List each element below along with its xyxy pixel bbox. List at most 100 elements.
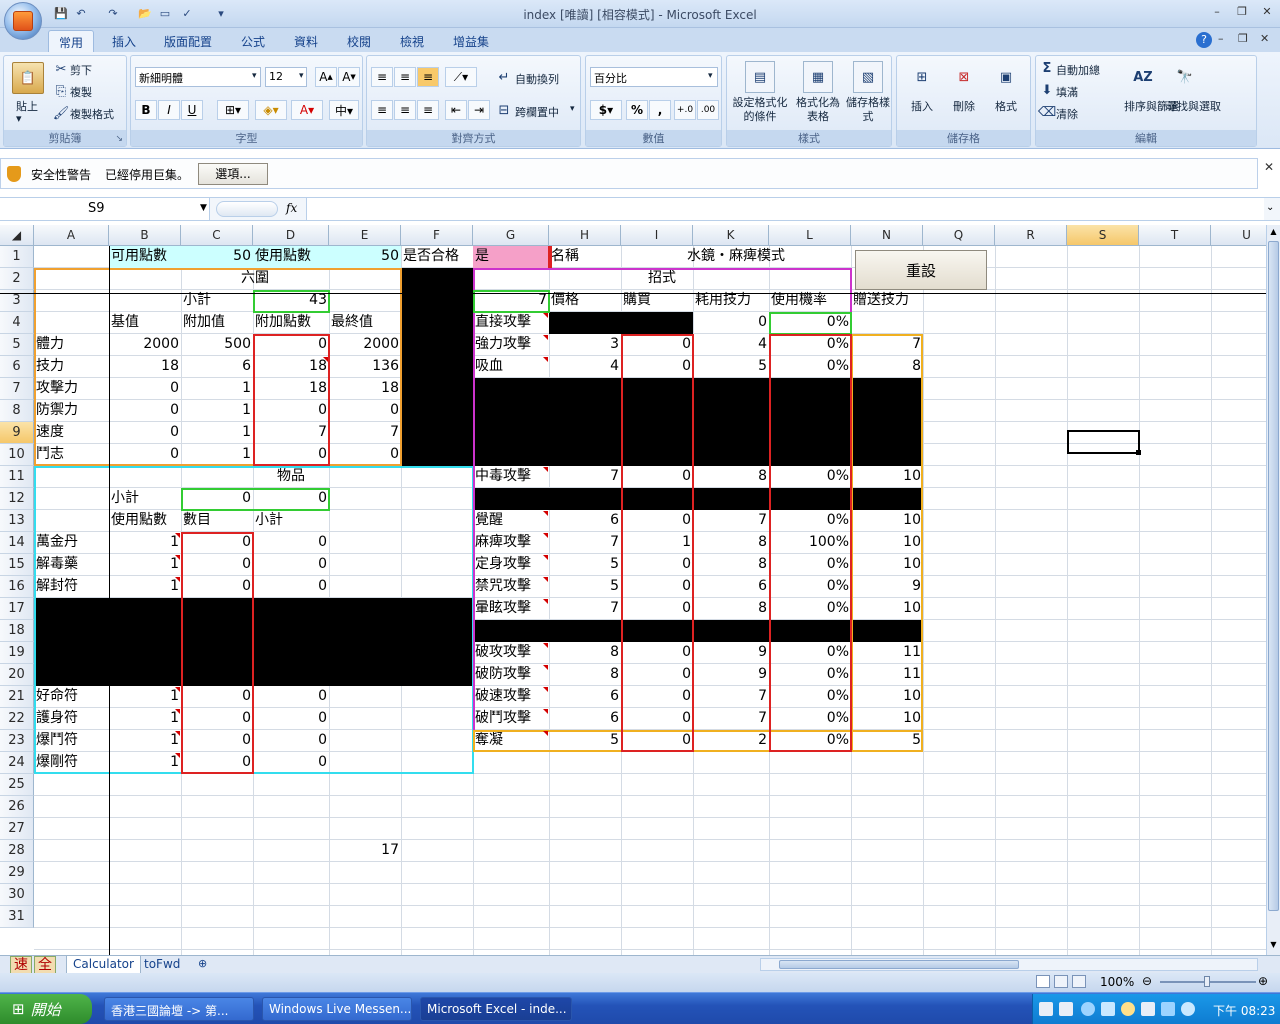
row-header-25[interactable]: 25 xyxy=(0,774,34,796)
align-bottom-icon[interactable]: ≡ xyxy=(417,67,439,87)
cell-b24[interactable]: 1 xyxy=(109,752,181,774)
row-header-7[interactable]: 7 xyxy=(0,378,34,400)
cell-g16[interactable]: 禁咒攻擊 xyxy=(473,576,549,598)
cell-d5[interactable]: 0 xyxy=(253,334,329,356)
cell-l20[interactable]: 0% xyxy=(769,664,851,686)
cell-i17[interactable]: 0 xyxy=(621,598,693,620)
security-options-button[interactable]: 選項... xyxy=(198,163,268,185)
select-all-corner[interactable]: ◢ xyxy=(0,225,34,246)
row-header-27[interactable]: 27 xyxy=(0,818,34,840)
increase-indent-icon[interactable]: ⇥ xyxy=(468,100,490,120)
cell-c13[interactable]: 數目 xyxy=(181,510,253,532)
row-header-4[interactable]: 4 xyxy=(0,312,34,334)
cell-n5[interactable]: 7 xyxy=(851,334,923,356)
cell-h17[interactable]: 7 xyxy=(549,598,621,620)
cell-i23[interactable]: 0 xyxy=(621,730,693,752)
cell-a10[interactable]: 鬥志 xyxy=(34,444,109,466)
paste-dropdown-icon[interactable]: ▾ xyxy=(16,112,22,125)
column-header-h[interactable]: H xyxy=(549,225,621,246)
restore-button[interactable]: ❐ xyxy=(1231,5,1253,21)
cell-a14[interactable]: 萬金丹 xyxy=(34,532,109,554)
column-header-b[interactable]: B xyxy=(109,225,181,246)
row-header-2[interactable]: 2 xyxy=(0,268,34,290)
row-header-20[interactable]: 20 xyxy=(0,664,34,686)
cell-k5[interactable]: 4 xyxy=(693,334,769,356)
delete-cells-button[interactable]: 刪除 xyxy=(953,98,975,114)
cell-d6[interactable]: 18 xyxy=(253,356,329,378)
cell-e9[interactable]: 7 xyxy=(329,422,401,444)
cell-g22[interactable]: 破鬥攻擊 xyxy=(473,708,549,730)
cell-k15[interactable]: 8 xyxy=(693,554,769,576)
cell-a2[interactable]: 六圍 xyxy=(109,268,401,290)
format-painter-button[interactable]: 複製格式 xyxy=(70,106,114,122)
cell-h16[interactable]: 5 xyxy=(549,576,621,598)
tray-ime-icon[interactable] xyxy=(1039,1002,1053,1016)
tab-view[interactable]: 檢視 xyxy=(390,30,434,52)
insert-cells-button[interactable]: 插入 xyxy=(911,98,933,114)
cell-n17[interactable]: 10 xyxy=(851,598,923,620)
cell-a21[interactable]: 好命符 xyxy=(34,686,109,708)
insert-sheet-icon[interactable]: ⊕ xyxy=(192,956,213,974)
cell-b5[interactable]: 2000 xyxy=(109,334,181,356)
find-select-button[interactable]: 尋找與選取 xyxy=(1166,98,1221,114)
cell-b21[interactable]: 1 xyxy=(109,686,181,708)
office-button[interactable] xyxy=(4,2,42,40)
cell-a5[interactable]: 體力 xyxy=(34,334,109,356)
cell-n22[interactable]: 10 xyxy=(851,708,923,730)
cell-e4[interactable]: 最終值 xyxy=(329,312,401,334)
tray-messenger-icon[interactable] xyxy=(1121,1002,1135,1016)
cell-c14[interactable]: 0 xyxy=(181,532,253,554)
cell-l16[interactable]: 0% xyxy=(769,576,851,598)
vertical-scroll-thumb[interactable] xyxy=(1268,241,1279,911)
grow-font-icon[interactable]: A ▲ xyxy=(315,67,337,87)
cell-h15[interactable]: 5 xyxy=(549,554,621,576)
align-top-icon[interactable]: ≡ xyxy=(371,67,393,87)
cell-n21[interactable]: 10 xyxy=(851,686,923,708)
column-header-e[interactable]: E xyxy=(329,225,401,246)
ime-speed-button[interactable]: 速 xyxy=(10,956,32,974)
cell-c16[interactable]: 0 xyxy=(181,576,253,598)
fill-color-icon[interactable]: ◈▾ xyxy=(255,100,287,120)
cell-a22[interactable]: 護身符 xyxy=(34,708,109,730)
shrink-font-icon[interactable]: A ▼ xyxy=(338,67,360,87)
cell-l11[interactable]: 0% xyxy=(769,466,851,488)
cell-d8[interactable]: 0 xyxy=(253,400,329,422)
cell-l14[interactable]: 100% xyxy=(769,532,851,554)
name-box-dropdown-icon[interactable]: ▼ xyxy=(200,203,207,213)
column-header-q[interactable]: Q xyxy=(923,225,995,246)
sheet-tab-calculator[interactable]: Calculator xyxy=(66,956,141,974)
tray-network-icon[interactable] xyxy=(1059,1002,1073,1016)
cell-b23[interactable]: 1 xyxy=(109,730,181,752)
cell-g11[interactable]: 中毒攻擊 xyxy=(473,466,549,488)
formula-input[interactable] xyxy=(306,198,1264,220)
row-header-11[interactable]: 11 xyxy=(0,466,34,488)
cell-d21[interactable]: 0 xyxy=(253,686,329,708)
cell-n19[interactable]: 11 xyxy=(851,642,923,664)
cell-c12[interactable]: 0 xyxy=(181,488,253,510)
font-name-dropdown-icon[interactable]: ▾ xyxy=(252,71,257,81)
cell-c10[interactable]: 1 xyxy=(181,444,253,466)
column-header-r[interactable]: R xyxy=(995,225,1067,246)
cell-i20[interactable]: 0 xyxy=(621,664,693,686)
cell-k4[interactable]: 0 xyxy=(693,312,769,334)
number-format-combo[interactable]: 百分比 xyxy=(590,67,718,87)
tray-sync-icon[interactable] xyxy=(1181,1002,1195,1016)
row-header-19[interactable]: 19 xyxy=(0,642,34,664)
cell-i16[interactable]: 0 xyxy=(621,576,693,598)
bold-button[interactable]: B xyxy=(135,100,157,120)
cell-d9[interactable]: 7 xyxy=(253,422,329,444)
cell-k19[interactable]: 9 xyxy=(693,642,769,664)
font-name-combo[interactable]: 新細明體 xyxy=(135,67,261,87)
align-center-icon[interactable]: ≡ xyxy=(394,100,416,120)
worksheet-grid[interactable]: ◢ ABCDEFGHIKLNQRSTU 1 2 3 4 5 6 7 8 9 10 11 12 13 14 1… xyxy=(0,225,1266,955)
cell-g14[interactable]: 麻痺攻擊 xyxy=(473,532,549,554)
borders-icon[interactable]: ⊞▾ xyxy=(217,100,249,120)
wrap-text-button[interactable]: 自動換列 xyxy=(515,71,559,87)
cell-k11[interactable]: 8 xyxy=(693,466,769,488)
column-header-n[interactable]: N xyxy=(851,225,923,246)
cell-l23[interactable]: 0% xyxy=(769,730,851,752)
conditional-format-button[interactable]: 設定格式化的條件 xyxy=(731,96,789,124)
zoom-level[interactable]: 100% xyxy=(1100,975,1134,989)
cell-d22[interactable]: 0 xyxy=(253,708,329,730)
cell-a8[interactable]: 防禦力 xyxy=(34,400,109,422)
